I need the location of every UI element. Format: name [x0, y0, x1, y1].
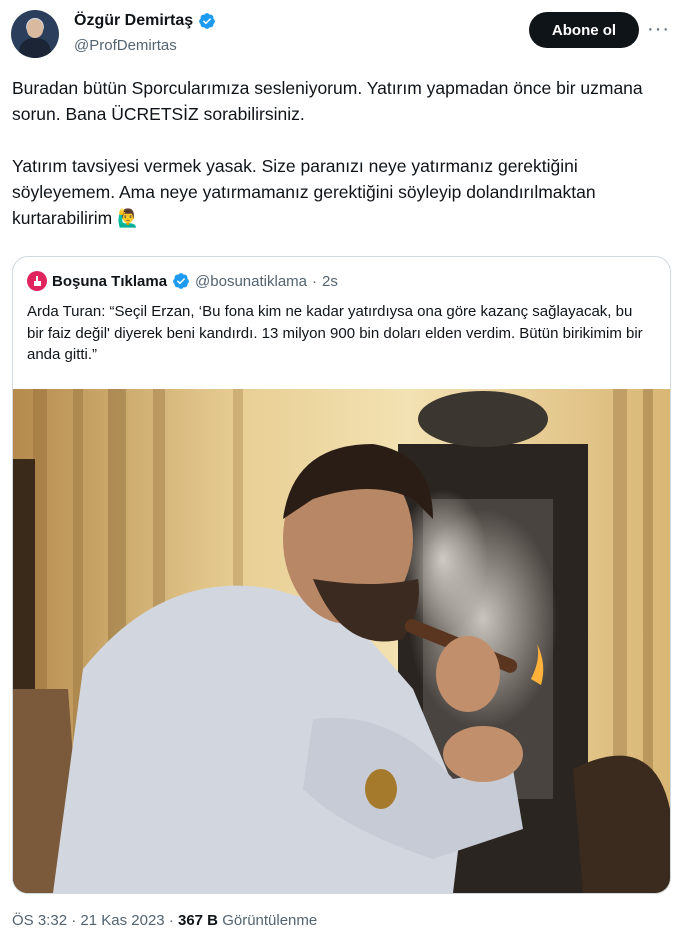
avatar-face: [27, 19, 43, 38]
quoted-author-handle: @bosunatiklama: [195, 272, 307, 290]
tweet-paragraph-2: Yatırım tavsiyesi vermek yasak. Size par…: [12, 153, 682, 231]
quoted-timestamp: 2s: [322, 272, 338, 290]
tweet-card: Özgür Demirtaş @ProfDemirtas Abone ol ··…: [0, 0, 693, 942]
photo-chair-arm-right: [573, 755, 670, 893]
quoted-author-avatar: [27, 271, 47, 291]
pointer-hand-icon: [34, 276, 41, 286]
tweet-metadata: ÖS 3:32 · 21 Kas 2023 · 367 B Görüntülen…: [12, 912, 317, 929]
quoted-separator: ·: [312, 272, 317, 290]
photo-watch: [365, 769, 397, 809]
more-options-icon[interactable]: ···: [647, 18, 670, 41]
photo-statue: [418, 391, 548, 447]
verified-badge-icon: [199, 13, 216, 29]
author-name[interactable]: Özgür Demirtaş: [74, 12, 193, 30]
quoted-tweet-text: Arda Turan: “Seçil Erzan, ‘Bu fona kim n…: [27, 303, 643, 363]
tweet-paragraph-1: Buradan bütün Sporcularımıza sesleniyoru…: [12, 78, 643, 124]
views-label: Görüntülenme: [222, 912, 318, 929]
avatar-suit: [19, 38, 51, 58]
author-name-row: Özgür Demirtaş: [74, 12, 216, 30]
author-avatar[interactable]: [11, 10, 59, 58]
tweet-text: Buradan bütün Sporcularımıza sesleniyoru…: [12, 75, 682, 231]
quoted-author-name: Boşuna Tıklama: [52, 272, 168, 290]
photo-hand-upper: [436, 636, 500, 712]
raising-hand-emoji-icon: 🙋‍♂️: [117, 208, 139, 228]
quoted-tweet-header: Boşuna Tıklama @bosunatiklama · 2s: [27, 271, 338, 291]
views-count: 367 B: [177, 912, 219, 929]
quoted-tweet[interactable]: Boşuna Tıklama @bosunatiklama · 2s Arda …: [12, 256, 671, 894]
author-handle[interactable]: @ProfDemirtas: [74, 37, 177, 54]
tweet-date[interactable]: 21 Kas 2023: [80, 912, 164, 929]
quoted-verified-badge-icon: [173, 273, 189, 289]
meta-separator: ·: [71, 912, 77, 929]
quoted-tweet-photo[interactable]: [13, 389, 670, 893]
photo-hand-lower: [443, 726, 523, 782]
follow-button[interactable]: Abone ol: [529, 12, 639, 48]
tweet-time[interactable]: ÖS 3:32: [12, 912, 67, 929]
meta-separator-2: ·: [168, 912, 174, 929]
tweet-paragraph-2-text: Yatırım tavsiyesi vermek yasak. Size par…: [12, 156, 596, 228]
